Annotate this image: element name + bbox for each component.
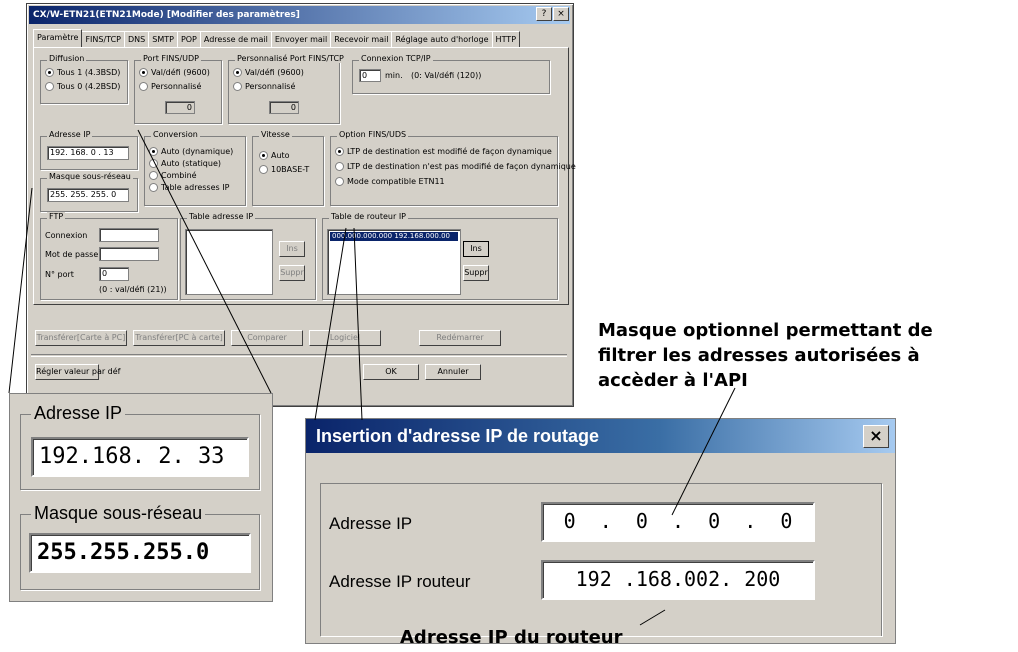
connector-router-right (353, 227, 363, 421)
connector-ip-left (8, 187, 33, 394)
connector-router-left (314, 227, 347, 421)
router-annotation: Adresse IP du routeur (400, 627, 623, 648)
mask-annotation: Masque optionnel permettant de filtrer l… (598, 318, 933, 393)
annotation-router-pointer (639, 609, 666, 626)
annotation-mask-pointer (671, 387, 736, 516)
mask-annotation-line-3: accèder à l'API (598, 370, 748, 391)
connector-ip-right (137, 129, 272, 394)
tab-parametre[interactable]: Paramètre (33, 29, 83, 47)
mask-annotation-line-2: filtrer les adresses autorisées à (598, 345, 920, 366)
mask-annotation-line-1: Masque optionnel permettant de (598, 320, 933, 341)
